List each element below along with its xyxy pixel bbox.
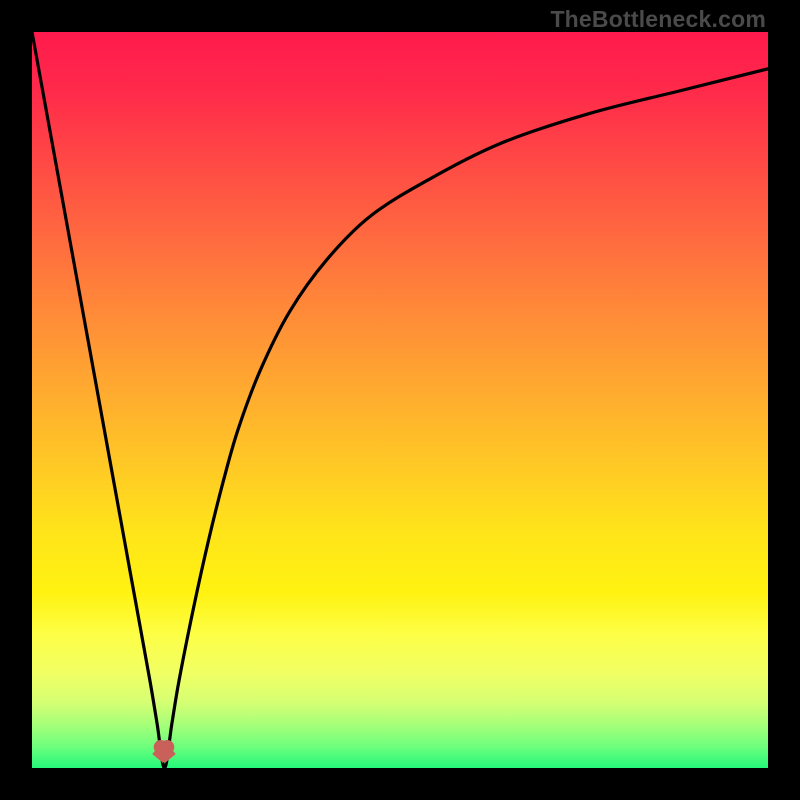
plot-area [32,32,768,768]
curve-path [32,32,768,768]
heart-icon [151,741,177,765]
watermark-text: TheBottleneck.com [550,6,766,33]
chart-frame: TheBottleneck.com [0,0,800,800]
curve-svg [32,32,768,768]
